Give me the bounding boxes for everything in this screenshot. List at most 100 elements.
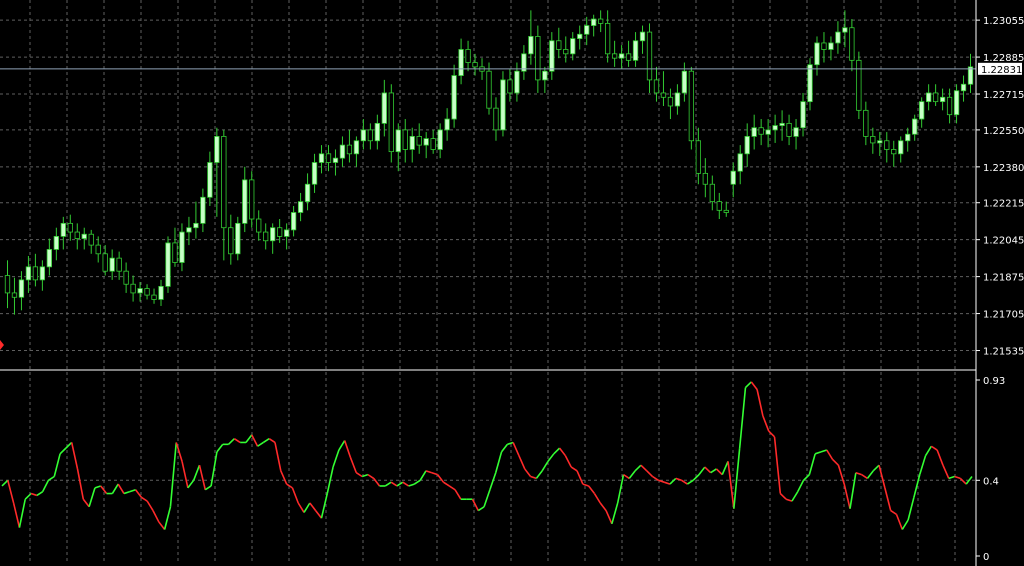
candle-bear <box>172 242 178 263</box>
candle-bull <box>304 183 311 203</box>
candle-bull <box>528 36 534 55</box>
price-tick-label: 1.22215 <box>983 199 1024 210</box>
candle-bear <box>849 27 855 61</box>
candle-bear <box>598 18 604 24</box>
candle-bull <box>835 31 841 44</box>
candle-bear <box>884 140 890 150</box>
current-price-label: 1.22831 <box>981 65 1022 76</box>
candle-bear <box>563 49 569 55</box>
candle-bull <box>939 96 946 103</box>
candle-bear <box>493 107 499 131</box>
candle-bear <box>604 22 611 55</box>
candle-bull <box>730 170 736 185</box>
candle-bear <box>151 294 157 300</box>
candle-bear <box>249 179 255 220</box>
osc-tick-label: 0.4 <box>983 476 999 487</box>
candle-bull <box>186 227 192 233</box>
candle-bull <box>772 125 778 131</box>
candle-bear <box>653 79 660 94</box>
candle-bull <box>779 122 785 126</box>
price-tick-label: 1.21705 <box>983 310 1024 321</box>
candle-bull <box>81 233 87 239</box>
candle-bull <box>681 70 688 94</box>
candle-bull <box>549 40 555 72</box>
candle-bear <box>416 136 422 146</box>
candle-bull <box>18 279 25 298</box>
candle-bull <box>395 129 401 153</box>
candle-bear <box>695 140 701 174</box>
candle-bear <box>346 144 353 155</box>
candle-bull <box>500 79 506 131</box>
candle-bear <box>130 283 136 294</box>
candle-bull <box>737 153 743 172</box>
price-tick-label: 1.22380 <box>983 163 1024 174</box>
candle-bull <box>290 212 297 231</box>
candle-bear <box>144 288 150 296</box>
candle-bull <box>674 92 681 107</box>
candle-bear <box>891 149 897 155</box>
candle-bull <box>158 286 164 300</box>
candle-bear <box>32 266 39 281</box>
candle-bear <box>507 79 513 94</box>
candle-bull <box>912 118 918 135</box>
price-tick-label: 1.22885 <box>983 53 1024 64</box>
candle-bear <box>870 136 876 144</box>
candle-bear <box>723 209 729 213</box>
price-tick-label: 1.22715 <box>983 90 1024 101</box>
candle-bear <box>786 122 792 137</box>
candle-bull <box>842 27 848 33</box>
candle-bull <box>46 249 52 268</box>
candle-bear <box>4 275 11 294</box>
candle-bull <box>765 129 771 135</box>
candle-bull <box>214 136 220 163</box>
candle-bull <box>542 70 548 81</box>
candle-bear <box>11 292 18 298</box>
candle-bull <box>919 101 925 120</box>
candle-bear <box>611 53 618 59</box>
candle-bear <box>402 129 408 150</box>
candle-bull <box>800 101 806 129</box>
candle-bear <box>88 233 94 246</box>
candle-bull <box>960 83 967 92</box>
candle-bear <box>67 222 73 233</box>
candle-bear <box>856 59 862 111</box>
candle-bull <box>179 231 185 263</box>
candle-bull <box>967 66 974 85</box>
candle-bull <box>318 153 325 163</box>
candle-bull <box>570 38 576 55</box>
candle-bull <box>926 92 932 103</box>
candle-bull <box>423 138 429 146</box>
candle-bull <box>953 90 960 116</box>
candle-bull <box>374 122 380 142</box>
candle-bear <box>486 70 492 109</box>
candle-bear <box>946 96 953 116</box>
candle-bear <box>646 31 653 81</box>
price-tick-label: 1.22045 <box>983 236 1024 247</box>
candle-bull <box>877 140 883 144</box>
candle-bear <box>263 231 269 242</box>
candle-bull <box>744 136 750 155</box>
candle-bear <box>688 70 695 142</box>
candle-bull <box>381 92 387 124</box>
candle-bull <box>200 196 206 224</box>
candle-bull <box>339 144 346 159</box>
candle-bull <box>591 18 597 26</box>
candle-bear <box>256 218 262 233</box>
candle-bear <box>709 183 715 203</box>
candle-bear <box>430 138 436 150</box>
candle-bull <box>207 162 213 198</box>
candle-bear <box>556 40 562 50</box>
price-tick-label: 1.21535 <box>983 347 1024 358</box>
candle-bull <box>109 257 115 272</box>
price-tick-label: 1.22550 <box>983 126 1024 137</box>
candle-bull <box>53 236 59 250</box>
candle-bear <box>116 257 122 272</box>
price-chart[interactable]: 1.23055 1.22885 1.22715 1.22550 1.22380 1.222… <box>0 0 1024 566</box>
candle-bull <box>514 70 520 94</box>
candle-bear <box>758 127 764 135</box>
candle-bull <box>360 129 367 142</box>
candle-bull <box>409 136 415 150</box>
candle-bull <box>618 53 625 59</box>
candle-bear <box>102 253 108 272</box>
candle-bull <box>584 25 590 35</box>
